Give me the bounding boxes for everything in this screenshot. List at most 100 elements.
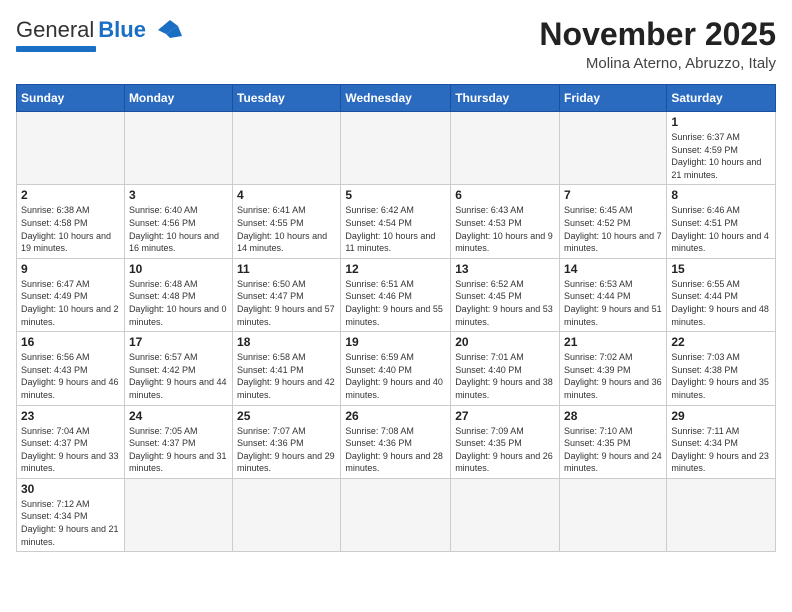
day-cell-1: 1 Sunrise: 6:37 AMSunset: 4:59 PMDayligh… <box>667 112 776 185</box>
day-num-29: 29 <box>671 409 771 423</box>
day-info-27: Sunrise: 7:09 AMSunset: 4:35 PMDaylight:… <box>455 426 553 474</box>
day-cell-8: 8 Sunrise: 6:46 AMSunset: 4:51 PMDayligh… <box>667 185 776 258</box>
day-info-1: Sunrise: 6:37 AMSunset: 4:59 PMDaylight:… <box>671 132 761 180</box>
calendar-row-3: 9 Sunrise: 6:47 AMSunset: 4:49 PMDayligh… <box>17 258 776 331</box>
day-num-5: 5 <box>345 188 446 202</box>
day-info-4: Sunrise: 6:41 AMSunset: 4:55 PMDaylight:… <box>237 205 327 253</box>
day-cell-13: 13 Sunrise: 6:52 AMSunset: 4:45 PMDaylig… <box>451 258 560 331</box>
day-info-9: Sunrise: 6:47 AMSunset: 4:49 PMDaylight:… <box>21 279 119 327</box>
day-info-2: Sunrise: 6:38 AMSunset: 4:58 PMDaylight:… <box>21 205 111 253</box>
calendar-row-6: 30 Sunrise: 7:12 AMSunset: 4:34 PMDaylig… <box>17 478 776 551</box>
day-num-8: 8 <box>671 188 771 202</box>
day-info-3: Sunrise: 6:40 AMSunset: 4:56 PMDaylight:… <box>129 205 219 253</box>
calendar-row-5: 23 Sunrise: 7:04 AMSunset: 4:37 PMDaylig… <box>17 405 776 478</box>
day-cell-empty-r6-5 <box>451 478 560 551</box>
day-info-19: Sunrise: 6:59 AMSunset: 4:40 PMDaylight:… <box>345 352 443 400</box>
day-cell-5: 5 Sunrise: 6:42 AMSunset: 4:54 PMDayligh… <box>341 185 451 258</box>
day-num-13: 13 <box>455 262 555 276</box>
day-info-6: Sunrise: 6:43 AMSunset: 4:53 PMDaylight:… <box>455 205 553 253</box>
day-num-9: 9 <box>21 262 120 276</box>
day-num-26: 26 <box>345 409 446 423</box>
day-num-27: 27 <box>455 409 555 423</box>
calendar-row-2: 2 Sunrise: 6:38 AMSunset: 4:58 PMDayligh… <box>17 185 776 258</box>
header-saturday: Saturday <box>667 85 776 112</box>
day-info-5: Sunrise: 6:42 AMSunset: 4:54 PMDaylight:… <box>345 205 435 253</box>
location-title: Molina Aterno, Abruzzo, Italy <box>539 55 776 72</box>
day-info-21: Sunrise: 7:02 AMSunset: 4:39 PMDaylight:… <box>564 352 662 400</box>
logo-general-text: General <box>16 17 94 43</box>
day-cell-18: 18 Sunrise: 6:58 AMSunset: 4:41 PMDaylig… <box>233 332 341 405</box>
day-cell-16: 16 Sunrise: 6:56 AMSunset: 4:43 PMDaylig… <box>17 332 125 405</box>
day-info-23: Sunrise: 7:04 AMSunset: 4:37 PMDaylight:… <box>21 426 119 474</box>
header-monday: Monday <box>124 85 232 112</box>
header-tuesday: Tuesday <box>233 85 341 112</box>
day-info-18: Sunrise: 6:58 AMSunset: 4:41 PMDaylight:… <box>237 352 335 400</box>
day-num-19: 19 <box>345 335 446 349</box>
day-num-23: 23 <box>21 409 120 423</box>
day-cell-empty-2 <box>124 112 232 185</box>
day-cell-20: 20 Sunrise: 7:01 AMSunset: 4:40 PMDaylig… <box>451 332 560 405</box>
day-num-7: 7 <box>564 188 662 202</box>
day-info-29: Sunrise: 7:11 AMSunset: 4:34 PMDaylight:… <box>671 426 769 474</box>
day-info-24: Sunrise: 7:05 AMSunset: 4:37 PMDaylight:… <box>129 426 227 474</box>
day-info-12: Sunrise: 6:51 AMSunset: 4:46 PMDaylight:… <box>345 279 443 327</box>
day-info-16: Sunrise: 6:56 AMSunset: 4:43 PMDaylight:… <box>21 352 119 400</box>
day-info-22: Sunrise: 7:03 AMSunset: 4:38 PMDaylight:… <box>671 352 769 400</box>
day-cell-26: 26 Sunrise: 7:08 AMSunset: 4:36 PMDaylig… <box>341 405 451 478</box>
day-num-3: 3 <box>129 188 228 202</box>
page-header: General Blue November 2025 Molina Aterno… <box>16 16 776 72</box>
day-num-18: 18 <box>237 335 336 349</box>
logo-blue-text: Blue <box>98 17 146 43</box>
day-num-1: 1 <box>671 115 771 129</box>
day-cell-29: 29 Sunrise: 7:11 AMSunset: 4:34 PMDaylig… <box>667 405 776 478</box>
day-num-2: 2 <box>21 188 120 202</box>
day-info-8: Sunrise: 6:46 AMSunset: 4:51 PMDaylight:… <box>671 205 769 253</box>
day-num-12: 12 <box>345 262 446 276</box>
day-cell-28: 28 Sunrise: 7:10 AMSunset: 4:35 PMDaylig… <box>560 405 667 478</box>
header-friday: Friday <box>560 85 667 112</box>
day-num-21: 21 <box>564 335 662 349</box>
day-cell-2: 2 Sunrise: 6:38 AMSunset: 4:58 PMDayligh… <box>17 185 125 258</box>
day-cell-11: 11 Sunrise: 6:50 AMSunset: 4:47 PMDaylig… <box>233 258 341 331</box>
day-cell-17: 17 Sunrise: 6:57 AMSunset: 4:42 PMDaylig… <box>124 332 232 405</box>
day-cell-empty-1 <box>17 112 125 185</box>
day-cell-12: 12 Sunrise: 6:51 AMSunset: 4:46 PMDaylig… <box>341 258 451 331</box>
day-info-13: Sunrise: 6:52 AMSunset: 4:45 PMDaylight:… <box>455 279 553 327</box>
day-cell-30: 30 Sunrise: 7:12 AMSunset: 4:34 PMDaylig… <box>17 478 125 551</box>
day-cell-14: 14 Sunrise: 6:53 AMSunset: 4:44 PMDaylig… <box>560 258 667 331</box>
header-thursday: Thursday <box>451 85 560 112</box>
day-cell-24: 24 Sunrise: 7:05 AMSunset: 4:37 PMDaylig… <box>124 405 232 478</box>
header-wednesday: Wednesday <box>341 85 451 112</box>
calendar-row-4: 16 Sunrise: 6:56 AMSunset: 4:43 PMDaylig… <box>17 332 776 405</box>
day-cell-empty-3 <box>233 112 341 185</box>
logo: General Blue <box>16 16 182 52</box>
day-info-28: Sunrise: 7:10 AMSunset: 4:35 PMDaylight:… <box>564 426 662 474</box>
day-info-15: Sunrise: 6:55 AMSunset: 4:44 PMDaylight:… <box>671 279 769 327</box>
header-sunday: Sunday <box>17 85 125 112</box>
day-info-11: Sunrise: 6:50 AMSunset: 4:47 PMDaylight:… <box>237 279 335 327</box>
day-num-17: 17 <box>129 335 228 349</box>
day-num-22: 22 <box>671 335 771 349</box>
month-title: November 2025 <box>539 16 776 53</box>
day-num-4: 4 <box>237 188 336 202</box>
day-num-11: 11 <box>237 262 336 276</box>
day-cell-10: 10 Sunrise: 6:48 AMSunset: 4:48 PMDaylig… <box>124 258 232 331</box>
logo-underline <box>16 46 96 52</box>
day-cell-empty-6 <box>560 112 667 185</box>
day-cell-15: 15 Sunrise: 6:55 AMSunset: 4:44 PMDaylig… <box>667 258 776 331</box>
day-num-16: 16 <box>21 335 120 349</box>
logo-bird-icon <box>150 16 182 44</box>
day-cell-23: 23 Sunrise: 7:04 AMSunset: 4:37 PMDaylig… <box>17 405 125 478</box>
calendar-row-1: 1 Sunrise: 6:37 AMSunset: 4:59 PMDayligh… <box>17 112 776 185</box>
day-cell-25: 25 Sunrise: 7:07 AMSunset: 4:36 PMDaylig… <box>233 405 341 478</box>
day-cell-empty-r6-4 <box>341 478 451 551</box>
day-cell-21: 21 Sunrise: 7:02 AMSunset: 4:39 PMDaylig… <box>560 332 667 405</box>
day-num-14: 14 <box>564 262 662 276</box>
day-num-20: 20 <box>455 335 555 349</box>
day-cell-empty-r6-7 <box>667 478 776 551</box>
day-cell-empty-5 <box>451 112 560 185</box>
day-num-10: 10 <box>129 262 228 276</box>
day-info-17: Sunrise: 6:57 AMSunset: 4:42 PMDaylight:… <box>129 352 227 400</box>
day-cell-22: 22 Sunrise: 7:03 AMSunset: 4:38 PMDaylig… <box>667 332 776 405</box>
day-cell-19: 19 Sunrise: 6:59 AMSunset: 4:40 PMDaylig… <box>341 332 451 405</box>
